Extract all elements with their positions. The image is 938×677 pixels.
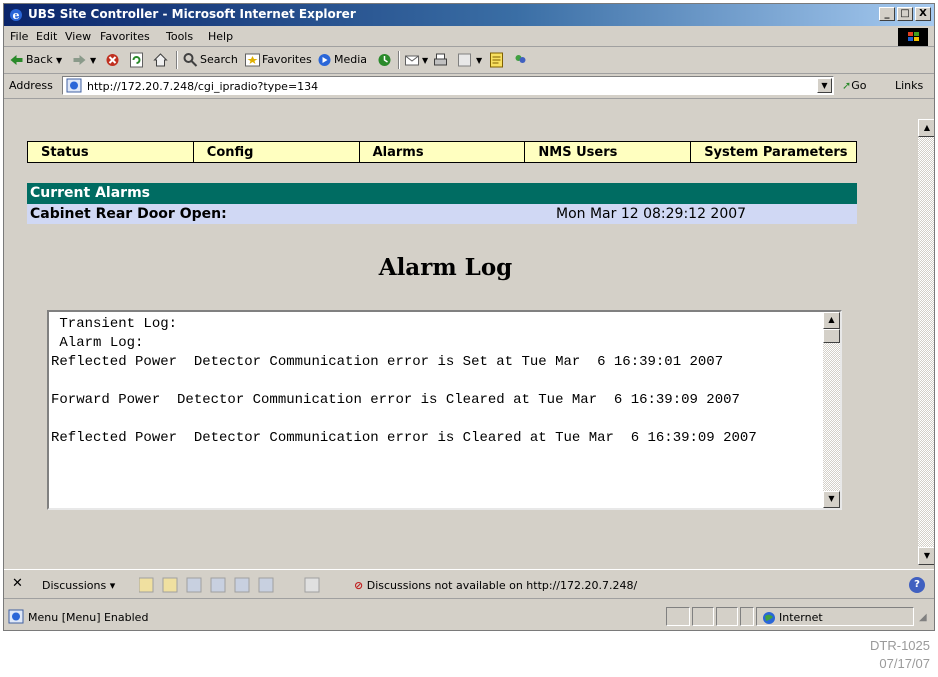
nav-table: Status Config Alarms NMS Users System Pa… <box>27 141 857 163</box>
discuss-icon[interactable] <box>488 52 505 68</box>
search-icon[interactable] <box>182 52 199 68</box>
close-icon[interactable]: ✕ <box>12 576 23 591</box>
not-available-icon: ⊘ <box>354 579 364 592</box>
scroll-down-arrow-icon[interactable]: ▼ <box>823 491 840 508</box>
go-button[interactable]: ➚Go <box>842 79 866 92</box>
windows-logo-icon <box>898 28 928 46</box>
internet-zone-icon <box>763 612 775 624</box>
page-scroll-up-icon[interactable]: ▲ <box>918 119 934 137</box>
back-arrow-icon[interactable] <box>8 52 25 68</box>
alarm-name: Cabinet Rear Door Open: <box>30 206 227 222</box>
scroll-thumb[interactable] <box>823 329 840 343</box>
alarm-log-title: Alarm Log <box>378 254 513 281</box>
page-scroll-down-icon[interactable]: ▼ <box>918 547 934 565</box>
maximize-button[interactable]: □ <box>897 7 913 21</box>
address-url: http://172.20.7.248/cgi_ipradio?type=134 <box>87 80 319 93</box>
back-dropdown-icon[interactable]: ▼ <box>56 56 62 65</box>
mail-dropdown-icon[interactable]: ▼ <box>422 56 428 65</box>
discussions-button[interactable]: Discussions ▾ <box>42 579 115 592</box>
menu-file[interactable]: File <box>10 30 28 43</box>
page-icon <box>66 78 82 93</box>
refresh-icon[interactable] <box>128 52 145 68</box>
document-watermark: DTR-1025 07/17/07 <box>870 637 930 673</box>
nav-alarms-link[interactable]: Alarms <box>360 142 526 162</box>
alarm-log-scrollbar[interactable]: ▲ ▼ <box>823 312 840 508</box>
forward-dropdown-icon[interactable]: ▼ <box>90 56 96 65</box>
messenger-icon[interactable] <box>512 52 529 68</box>
media-button[interactable]: Media <box>334 53 367 66</box>
favorites-star-icon[interactable] <box>244 52 261 68</box>
alarm-time: Mon Mar 12 08:29:12 2007 <box>556 206 747 222</box>
page-content: Status Config Alarms NMS Users System Pa… <box>4 119 918 565</box>
current-alarms-header: Current Alarms <box>27 183 857 204</box>
address-input[interactable]: http://172.20.7.248/cgi_ipradio?type=134… <box>62 76 834 95</box>
menu-view[interactable]: View <box>65 30 91 43</box>
resize-grip-icon[interactable]: ◢ <box>919 612 927 623</box>
status-bar: Menu [Menu] Enabled Internet ◢ <box>4 604 934 630</box>
menu-favorites[interactable]: Favorites <box>100 30 150 43</box>
title-bar[interactable]: e UBS Site Controller - Microsoft Intern… <box>4 4 934 26</box>
nav-system-parameters-link[interactable]: System Parameters <box>691 142 856 162</box>
menu-help[interactable]: Help <box>208 30 233 43</box>
standard-toolbar: Back ▼ ▼ Search Favorites Media ▼ ▼ <box>4 47 934 74</box>
menu-bar: File Edit View Favorites Tools Help <box>4 26 934 47</box>
discussions-message: ⊘ Discussions not available on http://17… <box>354 579 637 592</box>
nav-config-link[interactable]: Config <box>194 142 360 162</box>
page-scrollbar[interactable]: ▲ ▼ <box>918 119 934 565</box>
page-status-icon <box>8 609 24 624</box>
alarm-row: Cabinet Rear Door Open: Mon Mar 12 08:29… <box>27 204 857 224</box>
menu-tools[interactable]: Tools <box>166 30 193 43</box>
discussions-label: Discussions <box>42 579 107 592</box>
internet-explorer-icon: e <box>10 9 22 22</box>
search-button[interactable]: Search <box>200 53 238 66</box>
media-icon[interactable] <box>316 52 333 68</box>
address-label: Address <box>9 79 53 92</box>
scroll-up-arrow-icon[interactable]: ▲ <box>823 312 840 329</box>
help-icon[interactable]: ? <box>909 577 925 593</box>
alarm-log-textarea[interactable]: Transient Log: Alarm Log: Reflected Powe… <box>47 310 842 510</box>
browser-window: e UBS Site Controller - Microsoft Intern… <box>3 3 935 631</box>
watermark-id: DTR-1025 <box>870 638 930 653</box>
watermark-date: 07/17/07 <box>879 656 930 671</box>
security-zone: Internet <box>779 611 823 624</box>
svg-text:e: e <box>13 9 20 22</box>
mail-icon[interactable] <box>404 52 421 68</box>
address-bar: Address http://172.20.7.248/cgi_ipradio?… <box>4 74 934 99</box>
discussion-tool-icons <box>139 577 320 593</box>
home-icon[interactable] <box>152 52 169 68</box>
go-arrow-icon: ➚ <box>842 79 852 92</box>
discussions-bar: ✕ Discussions ▾ ⊘ Discussions not availa… <box>4 569 934 599</box>
address-dropdown-icon[interactable]: ▼ <box>817 78 832 93</box>
back-button[interactable]: Back <box>26 53 53 66</box>
nav-nms-users-link[interactable]: NMS Users <box>525 142 692 162</box>
edit-dropdown-icon[interactable]: ▼ <box>476 56 482 65</box>
stop-icon[interactable] <box>104 52 121 68</box>
close-button[interactable]: X <box>915 7 931 21</box>
alarm-log-text: Transient Log: Alarm Log: Reflected Powe… <box>51 316 757 446</box>
favorites-button[interactable]: Favorites <box>262 53 312 66</box>
print-icon[interactable] <box>432 52 449 68</box>
forward-arrow-icon[interactable] <box>71 52 88 68</box>
links-button[interactable]: Links <box>895 79 923 92</box>
window-title: UBS Site Controller - Microsoft Internet… <box>28 7 356 21</box>
nav-status-link[interactable]: Status <box>28 142 194 162</box>
history-icon[interactable] <box>376 52 393 68</box>
menu-edit[interactable]: Edit <box>36 30 57 43</box>
minimize-button[interactable]: _ <box>879 7 895 21</box>
status-text: Menu [Menu] Enabled <box>28 611 149 624</box>
discussions-message-text: Discussions not available on http://172.… <box>366 579 638 592</box>
edit-page-icon[interactable] <box>456 52 473 68</box>
go-label: Go <box>851 79 867 92</box>
